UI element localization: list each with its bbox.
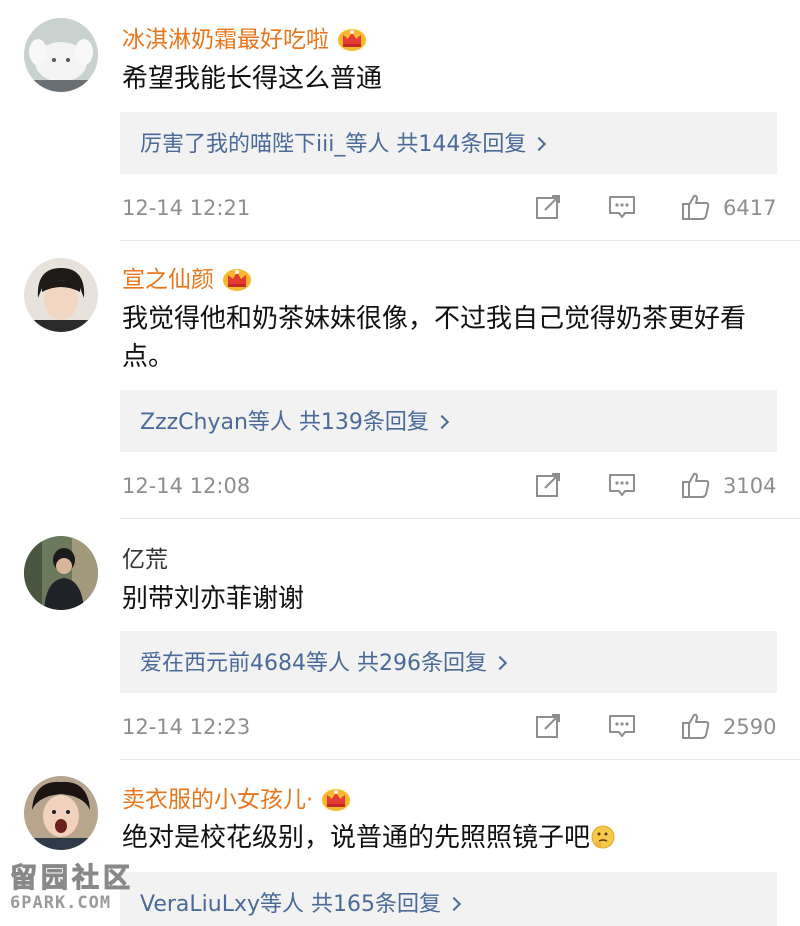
site-watermark: 留园社区 6PARK.COM	[10, 856, 140, 914]
thinking-face-emoji-icon	[591, 825, 615, 849]
share-edit-icon[interactable]	[533, 192, 563, 222]
crown-badge-icon	[337, 26, 367, 52]
reply-summary-link[interactable]: VeraLiuLxy等人 共165条回复	[140, 886, 462, 918]
username[interactable]: 宣之仙颜	[122, 260, 252, 294]
comment-text: 希望我能长得这么普通	[122, 64, 383, 94]
username[interactable]: 亿荒	[122, 540, 168, 574]
reply-summary-box[interactable]: ZzzChyan等人 共139条回复	[120, 390, 777, 452]
avatar[interactable]	[24, 776, 98, 850]
comment-bubble-icon[interactable]	[607, 470, 637, 500]
comment-text: 我觉得他和奶茶妹妹很像，不过我自己觉得奶茶更好看点。	[122, 304, 747, 372]
comment-bubble-icon[interactable]	[607, 711, 637, 741]
like-count: 3104	[723, 474, 777, 498]
thumbs-up-icon[interactable]	[681, 470, 711, 500]
share-edit-icon[interactable]	[533, 470, 563, 500]
like-count: 2590	[723, 715, 777, 739]
timestamp: 12-14 12:21	[122, 196, 251, 220]
crown-badge-icon	[222, 266, 252, 292]
timestamp: 12-14 12:08	[122, 474, 251, 498]
reply-summary-link[interactable]: ZzzChyan等人 共139条回复	[140, 404, 449, 436]
comment-text: 别带刘亦菲谢谢	[122, 584, 305, 614]
chevron-right-icon	[446, 896, 462, 912]
comment-meta: 12-14 12:21 6417	[0, 188, 800, 228]
divider	[120, 759, 800, 760]
username[interactable]: 卖衣服的小女孩儿·	[122, 780, 351, 814]
avatar[interactable]	[24, 258, 98, 332]
crown-badge-icon	[321, 786, 351, 812]
reply-summary-link[interactable]: 爱在西元前4684等人 共296条回复	[140, 645, 508, 677]
comment-meta: 12-14 12:23 2590	[0, 707, 800, 747]
watermark-url: 6PARK.COM	[10, 893, 112, 913]
reply-summary-box[interactable]: 厉害了我的喵陛下iii_等人 共144条回复	[120, 112, 777, 174]
reply-summary-link[interactable]: 厉害了我的喵陛下iii_等人 共144条回复	[140, 126, 547, 158]
chevron-right-icon	[434, 414, 449, 430]
thumbs-up-icon[interactable]	[681, 192, 711, 222]
comment-meta: 12-14 12:08 3104	[0, 466, 800, 506]
comment-text: 绝对是校花级别，说普通的先照照镜子吧	[122, 819, 782, 857]
share-edit-icon[interactable]	[533, 711, 563, 741]
timestamp: 12-14 12:23	[122, 715, 251, 739]
reply-summary-box[interactable]: 爱在西元前4684等人 共296条回复	[120, 631, 777, 693]
avatar[interactable]	[24, 18, 98, 92]
divider	[120, 240, 800, 241]
reply-summary-box[interactable]: VeraLiuLxy等人 共165条回复	[120, 872, 777, 926]
avatar[interactable]	[24, 536, 98, 610]
chevron-right-icon	[532, 136, 547, 152]
like-count: 6417	[723, 196, 777, 220]
username[interactable]: 冰淇淋奶霜最好吃啦	[122, 20, 367, 54]
divider	[120, 518, 800, 519]
watermark-logo-text: 留园社区	[10, 863, 134, 895]
comment-bubble-icon[interactable]	[607, 192, 637, 222]
thumbs-up-icon[interactable]	[681, 711, 711, 741]
chevron-right-icon	[492, 655, 508, 671]
